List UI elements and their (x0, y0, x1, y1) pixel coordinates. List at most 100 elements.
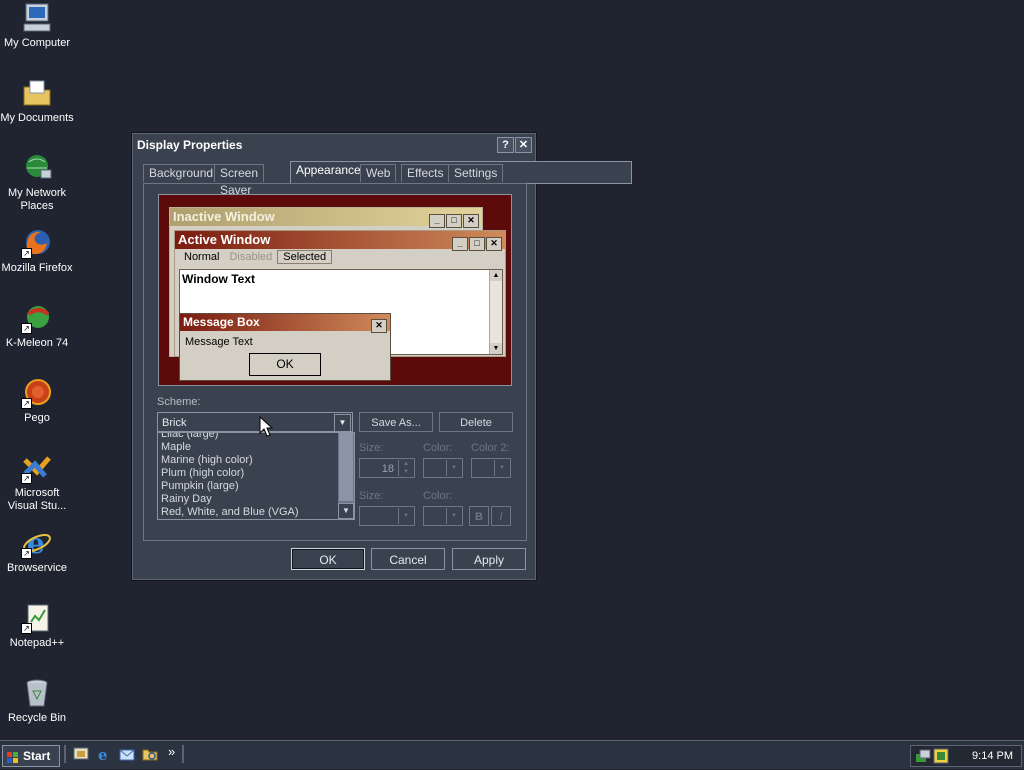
size-value: 18 (381, 463, 394, 475)
tray-app-icon[interactable] (933, 748, 949, 767)
scroll-up-icon: ▲ (490, 270, 502, 281)
bold-button[interactable]: B (469, 506, 489, 526)
scheme-option[interactable]: Marine (high color) (161, 454, 253, 467)
desktop-icon-browservice[interactable]: e ↗ Browservice (0, 527, 74, 575)
color2-label: Color 2: (471, 442, 510, 454)
chevron-down-icon[interactable]: ▼ (446, 508, 461, 524)
desktop-icon-k-meleon[interactable]: ↗ K-Meleon 74 (0, 302, 74, 350)
message-box-title: Message Box (183, 315, 260, 329)
message-box-caption: Message Box ✕ (180, 314, 390, 333)
scheme-option[interactable]: Lilac (large) (161, 433, 218, 441)
system-tray: 9:14 PM (910, 745, 1022, 767)
desktop-icon-notepad-plus-plus[interactable]: ↗ Notepad++ (0, 602, 74, 650)
ok-button[interactable]: OK (291, 548, 365, 570)
tab-background[interactable]: Background (143, 164, 220, 182)
windows-explorer-icon[interactable] (142, 746, 158, 762)
desktop-icon-visual-studio[interactable]: ↗ Microsoft Visual Stu... (0, 452, 74, 513)
cancel-button[interactable]: Cancel (371, 548, 445, 570)
desktop-icon-my-computer[interactable]: My Computer (0, 2, 74, 50)
tab-settings[interactable]: Settings (448, 164, 504, 182)
desktop-icon-my-documents[interactable]: My Documents (0, 77, 74, 125)
font-size-select[interactable]: ▼ (359, 506, 415, 526)
outlook-express-icon[interactable] (119, 746, 135, 762)
desktop-icon-label: Browservice (7, 562, 67, 574)
color2-picker[interactable]: ▼ (471, 458, 511, 478)
display-properties-window: Display Properties ? ✕ Background Screen… (132, 133, 632, 580)
tab-web[interactable]: Web (360, 164, 397, 182)
inactive-window-caption: Inactive Window _ □ ✕ (170, 208, 482, 228)
minimize-icon: _ (452, 237, 468, 251)
font-size-label: Size: (359, 490, 384, 502)
chevron-down-icon[interactable]: ▼ (494, 460, 509, 476)
quick-launch-chevron-icon[interactable]: » (168, 744, 178, 760)
window-text: Window Text (182, 272, 255, 286)
scrollbar-thumb[interactable] (339, 433, 353, 501)
scheme-option[interactable]: Plum (high color) (161, 467, 244, 480)
shortcut-arrow-icon: ↗ (21, 623, 32, 634)
spin-arrows-icon[interactable]: ▲ ▼ (398, 460, 413, 476)
italic-button[interactable]: I (491, 506, 511, 526)
preview-menu-bar: Normal Disabled Selected (175, 249, 505, 266)
recycle-bin-icon (21, 677, 53, 709)
start-button[interactable]: Start (2, 745, 60, 767)
chevron-down-icon[interactable]: ▼ (446, 460, 461, 476)
shortcut-arrow-icon: ↗ (21, 248, 32, 259)
show-desktop-icon[interactable] (73, 746, 89, 762)
firefox-icon: ↗ (21, 227, 53, 259)
desktop-icon-pego[interactable]: ↗ Pego (0, 377, 74, 425)
scheme-label: Scheme: (157, 396, 201, 408)
notepad-icon: ↗ (21, 602, 53, 634)
dropdown-scrollbar[interactable]: ▼ (338, 433, 354, 519)
menu-normal: Normal (184, 251, 220, 263)
desktop-icon-label: Recycle Bin (7, 712, 67, 724)
taskbar-clock[interactable]: 9:14 PM (972, 746, 1013, 766)
shortcut-arrow-icon: ↗ (21, 398, 32, 409)
desktop-icon-my-network-places[interactable]: My Network Places (0, 152, 74, 213)
network-icon (21, 152, 53, 184)
scheme-value: Brick (162, 417, 187, 429)
font-color-picker[interactable]: ▼ (423, 506, 463, 526)
desktop-icon-label: My Computer (3, 37, 71, 49)
close-button[interactable]: ✕ (515, 137, 532, 153)
scheme-option[interactable]: Red, White, and Blue (VGA) (161, 506, 299, 519)
delete-button[interactable]: Delete (439, 412, 513, 432)
svg-text:e: e (98, 746, 108, 762)
desktop-icon-label: My Network Places (7, 187, 67, 212)
scheme-option[interactable]: Pumpkin (large) (161, 480, 239, 493)
message-box-ok-button: OK (249, 353, 321, 376)
help-button[interactable]: ? (497, 137, 514, 153)
save-as-button[interactable]: Save As... (359, 412, 433, 432)
chevron-down-icon[interactable]: ▼ (334, 414, 351, 432)
visual-studio-icon: ↗ (21, 452, 53, 484)
message-box-preview: Message Box ✕ Message Text OK (179, 313, 391, 381)
scroll-down-icon[interactable]: ▼ (338, 503, 354, 519)
menu-selected: Selected (277, 250, 333, 264)
size-label: Size: (359, 442, 384, 454)
scheme-dropdown-list[interactable]: Lilac (large) Maple Marine (high color) … (157, 432, 355, 520)
desktop-icon-label: My Documents (0, 112, 74, 124)
caption-buttons: ✕ (370, 316, 387, 333)
scheme-option[interactable]: Maple (161, 441, 191, 454)
chevron-down-icon[interactable]: ▼ (398, 508, 413, 524)
desktop-icon-label: Pego (24, 412, 50, 424)
shortcut-arrow-icon: ↗ (21, 323, 32, 334)
internet-explorer-icon[interactable]: e (96, 746, 112, 764)
title-bar[interactable]: Display Properties ? ✕ (135, 136, 533, 154)
font-color-label: Color: (423, 490, 453, 502)
minimize-icon: _ (429, 214, 445, 228)
start-label: Start (23, 749, 51, 763)
scheme-option[interactable]: Rainy Day (161, 493, 212, 506)
desktop-icon-label: Notepad++ (9, 637, 65, 649)
taskbar: Start e » 9:14 PM (0, 740, 1024, 769)
size-stepper[interactable]: 18 ▲ ▼ (359, 458, 415, 478)
apply-button[interactable]: Apply (452, 548, 526, 570)
scheme-select[interactable]: Brick ▼ (157, 412, 353, 432)
tab-screen-saver[interactable]: Screen Saver (214, 164, 265, 197)
color-picker[interactable]: ▼ (423, 458, 463, 478)
tab-effects[interactable]: Effects (401, 164, 450, 182)
desktop-icon-mozilla-firefox[interactable]: ↗ Mozilla Firefox (0, 227, 74, 275)
tray-network-icon[interactable] (915, 748, 931, 767)
desktop-icon-recycle-bin[interactable]: Recycle Bin (0, 677, 74, 725)
close-icon: ✕ (371, 319, 387, 333)
close-icon: ✕ (463, 214, 479, 228)
